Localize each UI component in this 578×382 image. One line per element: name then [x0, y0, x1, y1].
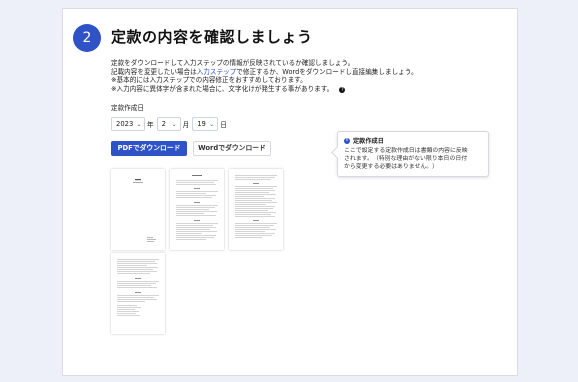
description: 定款をダウンロードして入力ステップの情報が反映されているか確認しましょう。 記載…: [111, 59, 418, 93]
info-icon: i: [344, 137, 350, 144]
step-title: 定款の内容を確認しましょう: [111, 28, 313, 46]
day-value: 19: [197, 120, 206, 128]
chevron-down-icon: ⌄: [209, 120, 215, 128]
date-label: 定款作成日: [111, 104, 144, 112]
month-select[interactable]: 2 ⌄: [156, 117, 181, 131]
tooltip-body: ここで設定する定款作成日は書類の内容に反映 されます。（特別な理由がない限り本日…: [344, 147, 482, 171]
step-card: 2 定款の内容を確認しましょう 定款をダウンロードして入力ステップの情報が反映さ…: [62, 8, 518, 376]
day-select[interactable]: 19 ⌄: [192, 117, 219, 131]
tooltip-body-line-2: されます。（特別な理由がない限り本日の日付: [344, 156, 468, 162]
description-line-2: 記載内容を変更したい場合は入力ステップで修正するか、Wordをダウンロードし直接…: [111, 68, 418, 77]
help-icon[interactable]: ?: [339, 86, 346, 93]
document-preview-page-3[interactable]: [229, 169, 283, 250]
description-line-4-text: ※入力内容に異体字が含まれた場合に、文字化けが発生する事があります。: [111, 84, 334, 93]
word-download-button[interactable]: Wordでダウンロード: [193, 141, 271, 156]
tooltip-body-line-1: ここで設定する定款作成日は書類の内容に反映: [344, 148, 468, 154]
tooltip-title-text: 定款作成日: [353, 138, 384, 145]
year-unit: 年: [147, 121, 154, 129]
step-number-badge: 2: [73, 24, 101, 52]
month-unit: 月: [182, 121, 190, 129]
description-line-4: ※入力内容に異体字が含まれた場合に、文字化けが発生する事があります。?: [111, 85, 418, 94]
year-value: 2023: [116, 120, 134, 128]
description-line-3: ※基本的には入力ステップでの内容修正をおすすめしております。: [111, 76, 307, 85]
date-selector: 2023 ⌄ 年 2 ⌄ 月 19 ⌄ 日: [111, 117, 230, 131]
year-select[interactable]: 2023 ⌄: [111, 117, 145, 131]
chevron-down-icon: ⌄: [136, 120, 142, 128]
pdf-download-button[interactable]: PDFでダウンロード: [111, 141, 187, 156]
input-step-link[interactable]: 入力ステップ: [197, 68, 237, 76]
month-value: 2: [161, 120, 166, 128]
document-preview-page-4[interactable]: [111, 253, 165, 334]
description-line-2-pre: 記載内容を変更したい場合は: [111, 67, 197, 76]
tooltip-body-line-3: から変更する必要はありません。）: [344, 164, 439, 170]
day-unit: 日: [220, 121, 227, 129]
description-line-1: 定款をダウンロードして入力ステップの情報が反映されているか確認しましょう。: [111, 59, 355, 67]
description-line-2-post: で修正するか、Wordをダウンロードし直接編集しましょう。: [236, 67, 418, 76]
tooltip-title: i 定款作成日: [344, 136, 482, 145]
chevron-down-icon: ⌄: [171, 120, 177, 128]
date-tooltip: i 定款作成日 ここで設定する定款作成日は書類の内容に反映 されます。（特別な理…: [337, 131, 489, 177]
document-preview-page-2[interactable]: [170, 169, 224, 250]
document-preview-page-1[interactable]: [111, 169, 165, 250]
